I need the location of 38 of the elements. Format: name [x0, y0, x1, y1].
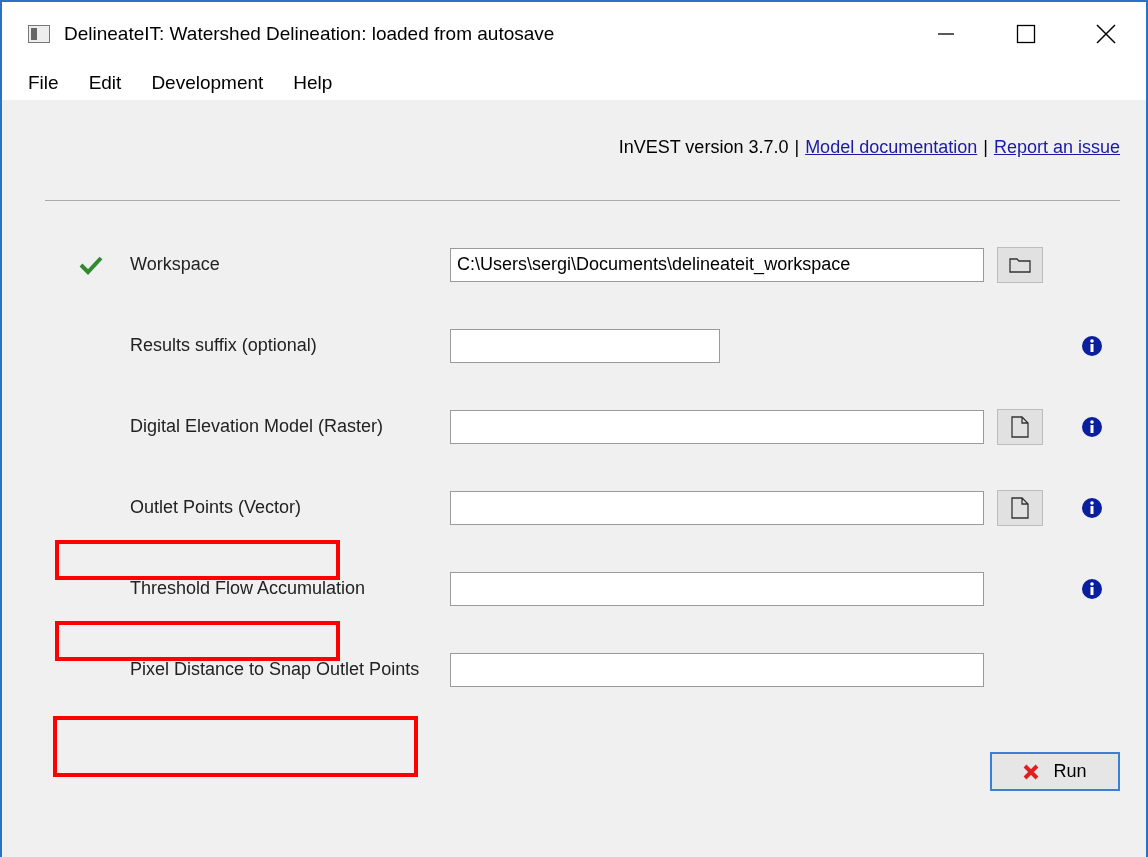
field-label: Pixel Distance to Snap Outlet Points: [130, 659, 421, 680]
menu-item[interactable]: Edit: [72, 71, 136, 94]
app-icon: [28, 24, 50, 43]
window-title: DelineateIT: Watershed Delineation: loaded from autosave: [64, 22, 556, 45]
close-icon: [1096, 23, 1116, 44]
field-label: Workspace: [130, 254, 221, 275]
info-icon[interactable]: [1081, 496, 1103, 519]
field-label: Threshold Flow Accumulation: [130, 578, 367, 599]
menu-item[interactable]: File: [12, 71, 73, 94]
header-link[interactable]: Model documentation: [805, 136, 978, 158]
header-link[interactable]: Report an issue: [993, 136, 1120, 158]
cross-icon: [1023, 763, 1040, 780]
file-icon: [1011, 496, 1029, 519]
input-field[interactable]: C:\Users\sergi\Documents\delineateit_workspace: [450, 247, 984, 282]
field-label: Digital Elevation Model (Raster): [130, 416, 385, 437]
input-field[interactable]: [450, 490, 984, 525]
maximize-icon: [1016, 23, 1036, 44]
input-field[interactable]: [450, 652, 984, 687]
run-button[interactable]: Run: [990, 752, 1120, 791]
input-field[interactable]: [450, 409, 984, 444]
field-label: Outlet Points (Vector): [130, 497, 303, 518]
info-icon[interactable]: [1081, 415, 1103, 438]
menu-item[interactable]: Help: [277, 71, 347, 94]
input-field[interactable]: [450, 328, 720, 363]
file-button[interactable]: [997, 408, 1043, 445]
field-label: Results suffix (optional): [130, 335, 318, 356]
folder-icon: [1009, 256, 1031, 273]
separator-text: |: [983, 136, 988, 158]
info-icon[interactable]: [1081, 334, 1103, 357]
menu-item[interactable]: Development: [135, 71, 278, 94]
input-field[interactable]: [450, 571, 984, 606]
file-button[interactable]: [997, 489, 1043, 526]
separator-text: |: [794, 136, 800, 158]
version-text: InVEST version 3.7.0: [618, 136, 789, 158]
file-icon: [1011, 415, 1029, 438]
minimize-icon: [938, 32, 954, 35]
folder-button[interactable]: [997, 246, 1043, 283]
info-icon[interactable]: [1081, 577, 1103, 600]
